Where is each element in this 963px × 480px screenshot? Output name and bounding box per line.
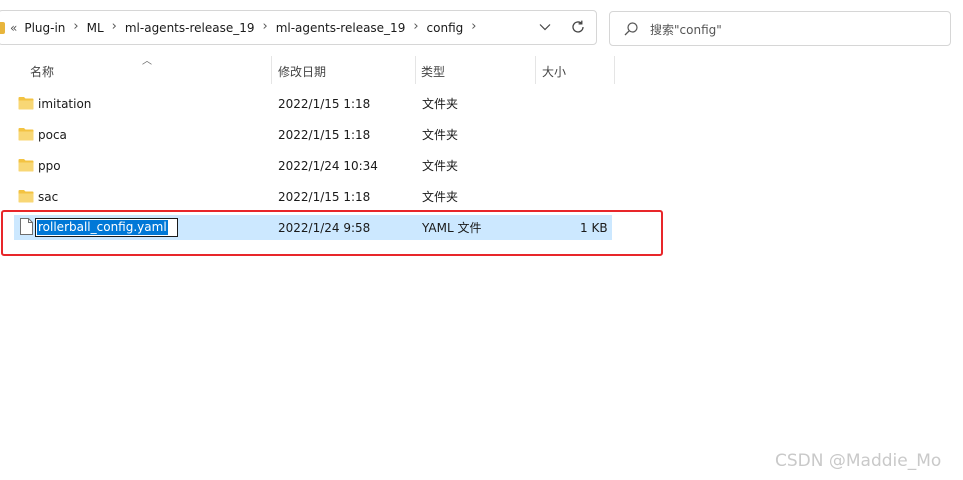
file-type: 文件夹 [422,190,459,204]
column-divider[interactable] [271,56,272,84]
file-modified: 2022/1/15 1:18 [278,127,371,142]
file-modified: 2022/1/15 1:18 [278,189,371,204]
folder-tab-icon [0,21,5,34]
file-name: ppo [38,158,61,173]
file-row-ppo[interactable]: ppo 2022/1/24 10:34 文件夹 [14,153,612,178]
file-name: imitation [38,96,92,111]
watermark: CSDN @Maddie_Mo [775,451,942,471]
breadcrumb-item-ml-agents-release-19-inner[interactable]: ml-agents-release_19 [276,21,406,35]
address-bar[interactable]: « Plug-in › ML › ml-agents-release_19 › … [0,10,597,45]
breadcrumb-item-ml[interactable]: ML [87,21,104,35]
folder-icon [18,96,34,110]
sort-ascending-icon: ︿ [142,56,152,67]
column-header-modified[interactable]: 修改日期 [278,58,326,84]
file-type: 文件夹 [422,97,459,111]
column-header-size[interactable]: 大小 [542,58,566,84]
file-modified: 2022/1/24 10:34 [278,158,378,173]
search-icon [623,21,639,37]
chevron-right-icon[interactable]: › [471,19,476,34]
refresh-icon[interactable] [569,18,587,36]
breadcrumb-item-plug-in[interactable]: Plug-in [24,21,65,35]
column-divider[interactable] [535,56,536,84]
file-type: 文件夹 [422,128,459,142]
file-row-imitation[interactable]: imitation 2022/1/15 1:18 文件夹 [14,91,612,116]
search-box[interactable]: 搜索"config" [609,11,951,46]
breadcrumb-item-ml-agents-release-19[interactable]: ml-agents-release_19 [125,21,255,35]
column-divider[interactable] [614,56,615,84]
breadcrumb-overflow-button[interactable]: « [10,21,17,35]
file-name: poca [38,127,67,142]
file-row-sac[interactable]: sac 2022/1/15 1:18 文件夹 [14,184,612,209]
chevron-right-icon[interactable]: › [112,19,117,34]
breadcrumb-item-config[interactable]: config [427,21,464,35]
search-placeholder: 搜索"config" [650,23,722,37]
chevron-right-icon[interactable]: › [413,19,418,34]
folder-icon [18,127,34,141]
file-row-poca[interactable]: poca 2022/1/15 1:18 文件夹 [14,122,612,147]
column-header-type[interactable]: 类型 [421,58,445,84]
chevron-down-icon[interactable] [537,19,553,35]
breadcrumb: « Plug-in › ML › ml-agents-release_19 › … [0,11,484,44]
folder-icon [18,189,34,203]
column-header-name[interactable]: 名称 [30,58,54,84]
file-modified: 2022/1/15 1:18 [278,96,371,111]
annotation-highlight-box [1,210,663,256]
file-type: 文件夹 [422,159,459,173]
file-name: sac [38,189,59,204]
folder-icon [18,158,34,172]
chevron-right-icon[interactable]: › [263,19,268,34]
column-divider[interactable] [415,56,416,84]
chevron-right-icon[interactable]: › [73,19,78,34]
